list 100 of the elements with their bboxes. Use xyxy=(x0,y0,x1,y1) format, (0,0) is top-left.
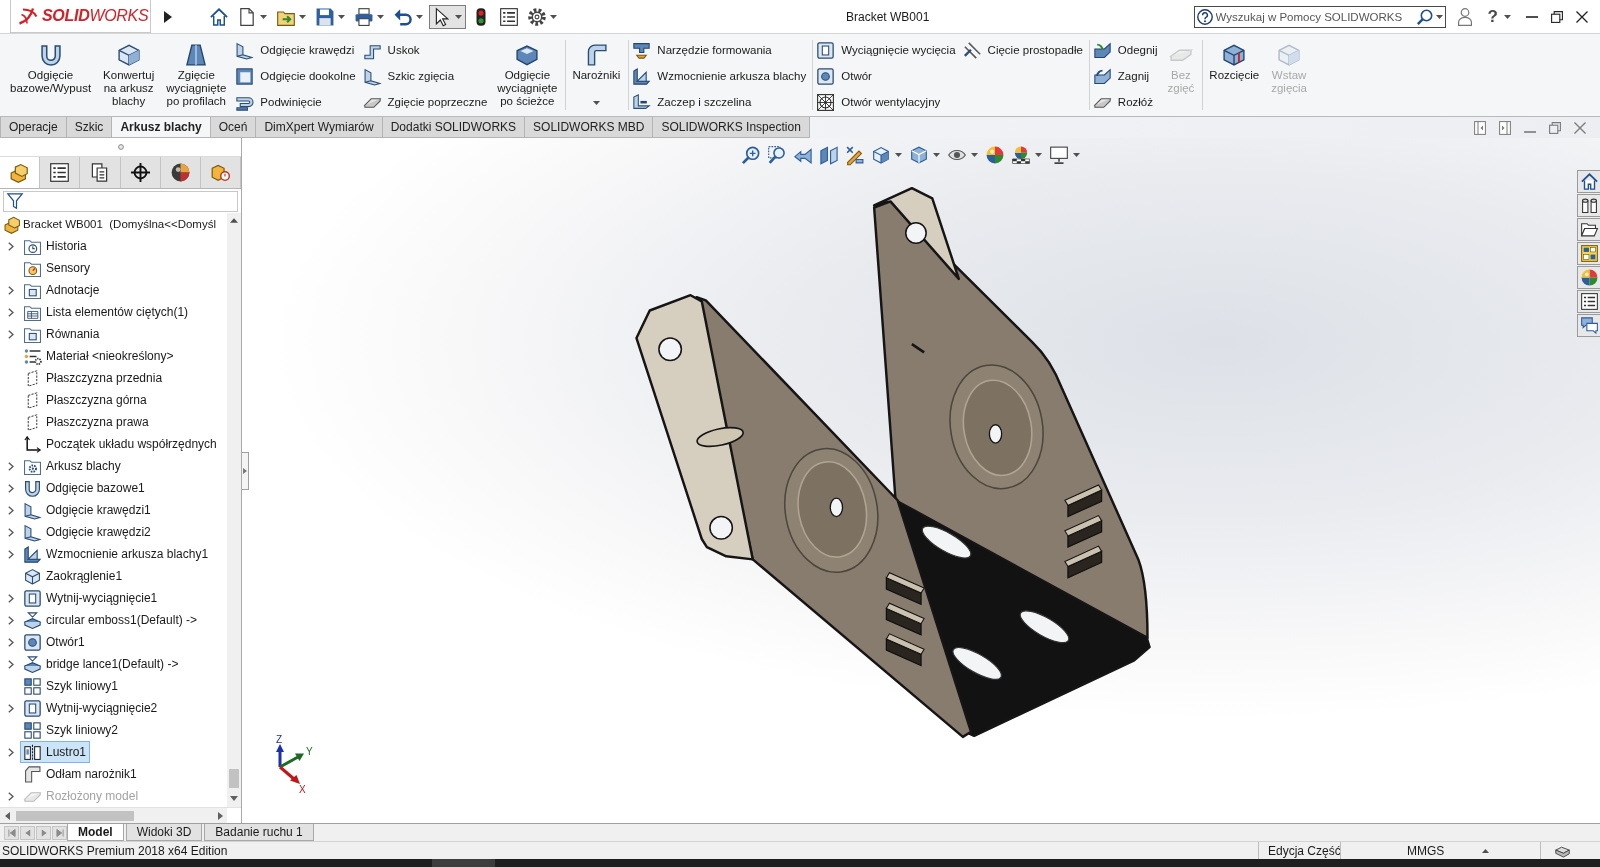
ribbon-button[interactable]: Uskok xyxy=(363,37,488,63)
tree-item[interactable]: Lustro1 xyxy=(20,741,91,763)
tree-item[interactable]: Wytnij-wyciągnięcie2 xyxy=(20,697,162,719)
tray-icon xyxy=(516,44,539,66)
tree-item[interactable]: Szyk liniowy1 xyxy=(20,675,123,697)
horizontal-scrollbar[interactable] xyxy=(0,808,227,823)
ribbon-button[interactable]: Podwinięcie xyxy=(236,89,356,115)
pane-left-button[interactable] xyxy=(1474,120,1486,135)
filter-field[interactable] xyxy=(3,190,238,212)
tree-item[interactable]: Odłam narożnik1 xyxy=(20,763,141,785)
search-field[interactable]: Wyszukaj w Pomocy SOLIDWORKS xyxy=(1193,5,1446,28)
task-pane-button[interactable] xyxy=(1577,314,1600,337)
tab-scroll-button[interactable] xyxy=(36,825,51,840)
tree-item[interactable]: circular emboss1(Default) -> xyxy=(20,609,202,631)
tree-item[interactable]: Bracket WB001 (Domyślna<<Domyśl xyxy=(1,213,219,235)
tree-item[interactable]: Odgięcie krawędzi1 xyxy=(20,499,155,521)
tree-item[interactable]: Otwór1 xyxy=(20,631,89,653)
units-selector[interactable]: MMGS xyxy=(1407,843,1445,858)
ribbon-tab[interactable]: Dodatki SOLIDWORKS xyxy=(381,117,526,138)
home-icon xyxy=(1580,173,1598,190)
scrollbar-thumb[interactable] xyxy=(16,810,134,821)
ribbon-button[interactable]: Wyciągnięcie wycięcia xyxy=(817,37,956,63)
ribbon-button[interactable]: Zgięcie wyciągnięte po profilach xyxy=(164,34,229,116)
tree-item[interactable]: Płaszczyzna górna xyxy=(20,389,151,411)
monitor-icon xyxy=(1050,146,1068,164)
tree-item[interactable]: Sensory xyxy=(20,257,95,279)
plate-triangle-icon xyxy=(24,655,41,673)
tree-item[interactable]: bridge lance1(Default) -> xyxy=(20,653,183,675)
tree-item[interactable]: Szyk liniowy2 xyxy=(20,719,123,741)
ribbon-button[interactable]: Zaczep i szczelina xyxy=(633,89,807,115)
logo-mark-icon xyxy=(18,7,38,25)
task-pane-button[interactable] xyxy=(1577,170,1600,193)
ribbon-tab[interactable]: DimXpert Wymiarów xyxy=(255,117,383,138)
ribbon-button[interactable]: Konwertuj na arkusz blachy xyxy=(101,34,157,116)
sphere-icon xyxy=(1580,269,1598,286)
tree-item[interactable]: Wytnij-wyciągnięcie1 xyxy=(20,587,162,609)
tab-scroll-button[interactable] xyxy=(52,825,67,840)
help-button[interactable]: ? xyxy=(1487,4,1511,29)
tree-item[interactable]: Odgięcie bazowe1 xyxy=(20,477,149,499)
ribbon-button[interactable]: Odgięcie krawędzi xyxy=(236,37,356,63)
settings-icon xyxy=(528,7,546,26)
task-pane-button[interactable] xyxy=(1577,266,1600,289)
ribbon-button[interactable]: Odegnij xyxy=(1093,37,1158,63)
pane-right-button[interactable] xyxy=(1499,120,1511,135)
tree-item[interactable]: Początek układu współrzędnych xyxy=(20,433,221,455)
triangle-right-icon xyxy=(164,10,172,23)
document-tab[interactable]: Badanie ruchu 1 xyxy=(204,824,314,841)
ribbon-button[interactable]: Wzmocnienie arkusza blachy xyxy=(633,63,807,89)
ribbon-button[interactable]: Zagnij xyxy=(1093,63,1158,89)
ribbon-button[interactable]: Odgięcie dookolne xyxy=(236,63,356,89)
ribbon-button[interactable]: Odgięcie wyciągnięte po ścieżce xyxy=(495,34,560,116)
ribbon-button[interactable]: Odgięcie bazowe/Wypust xyxy=(8,34,94,116)
ribbon-button[interactable]: Otwór xyxy=(817,63,956,89)
tree-item[interactable]: Arkusz blachy xyxy=(20,455,125,477)
document-tab[interactable]: Model xyxy=(67,824,124,841)
u-bend-icon xyxy=(24,479,41,497)
ribbon-button[interactable]: Narzędzie formowania xyxy=(633,37,807,63)
tree-item[interactable]: Lista elementów ciętych(1) xyxy=(20,301,193,323)
ribbon-tab[interactable]: Szkic xyxy=(65,117,113,138)
scrollbar-thumb[interactable] xyxy=(229,769,239,788)
ribbon-button[interactable]: Zgięcie poprzeczne xyxy=(363,89,488,115)
ribbon-button[interactable]: Otwór wentylacyjny xyxy=(817,89,956,115)
tree-item[interactable]: Równania xyxy=(20,323,104,345)
tree-item[interactable]: Płaszczyzna prawa xyxy=(20,411,153,433)
tree-item[interactable]: Odgięcie krawędzi2 xyxy=(20,521,155,543)
tree-item[interactable]: Wzmocnienie arkusza blachy1 xyxy=(20,543,213,565)
task-pane-button[interactable] xyxy=(1577,242,1600,265)
task-pane-button[interactable] xyxy=(1577,218,1600,241)
view-toolbar-button[interactable] xyxy=(817,144,841,166)
panel-splitter-handle[interactable] xyxy=(242,452,249,490)
view-toolbar-button[interactable] xyxy=(1009,144,1045,166)
close-icon xyxy=(1574,121,1586,134)
tree-item[interactable]: Materiał <nieokreślony> xyxy=(20,345,178,367)
tree-item[interactable]: Historia xyxy=(20,235,91,257)
ribbon-tab[interactable]: SOLIDWORKS Inspection xyxy=(652,117,810,138)
toolbar-button[interactable] xyxy=(429,4,466,29)
ribbon-tab[interactable]: Oceń xyxy=(209,117,257,138)
ribbon-button[interactable]: Szkic zgięcia xyxy=(363,63,488,89)
ribbon-tab[interactable]: SOLIDWORKS MBD xyxy=(524,117,654,138)
ribbon-button[interactable]: Rozcięcie xyxy=(1207,34,1262,116)
vertical-scrollbar[interactable] xyxy=(227,213,241,807)
tab-scroll-button[interactable] xyxy=(20,825,35,840)
tree-item[interactable]: Adnotacje xyxy=(20,279,104,301)
tree-item[interactable]: Płaszczyzna przednia xyxy=(20,367,167,389)
view-toolbar-button[interactable] xyxy=(1047,144,1083,166)
mirror-icon xyxy=(24,743,41,761)
task-pane-button[interactable] xyxy=(1577,194,1600,217)
folder-gauge-icon xyxy=(24,259,41,277)
ribbon-button[interactable]: Cięcie prostopadłe xyxy=(963,37,1083,63)
folder-clock-icon xyxy=(24,237,41,255)
bent-plate-icon xyxy=(24,523,41,541)
task-pane-button[interactable] xyxy=(1577,290,1600,313)
axis-label: X xyxy=(299,784,306,795)
cut-box-icon xyxy=(24,589,41,607)
document-tab[interactable]: Widoki 3D xyxy=(125,824,203,841)
tab-scroll-button[interactable] xyxy=(4,825,19,840)
tree-item[interactable]: Zaokrąglenie1 xyxy=(20,565,127,587)
ribbon-button[interactable]: Narożniki xyxy=(570,34,623,116)
ribbon-tab[interactable]: Operacje xyxy=(0,117,67,138)
ribbon-button[interactable]: Rozłóż xyxy=(1093,89,1158,115)
